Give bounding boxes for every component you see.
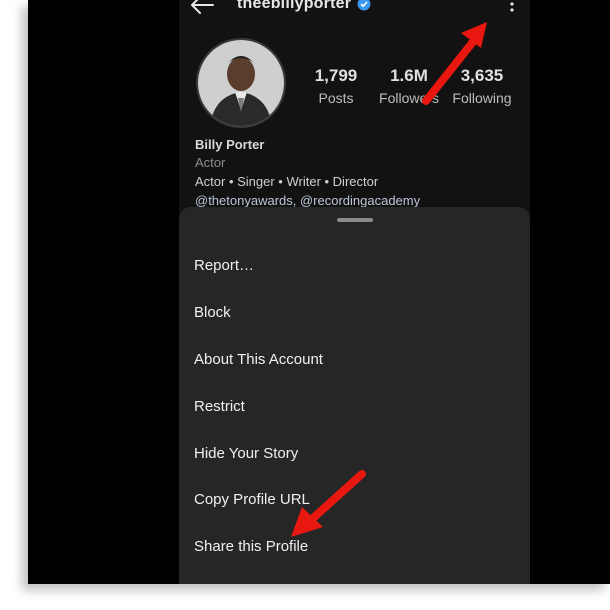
menu-item-report[interactable]: Report… xyxy=(194,251,514,281)
bio-description: Actor • Singer • Writer • Director xyxy=(195,174,379,189)
menu-item-block[interactable]: Block xyxy=(194,298,514,328)
profile-avatar[interactable] xyxy=(196,38,286,128)
profile-username: theebillyporter xyxy=(237,0,352,12)
instagram-profile-screen: theebillyporter 1,799 Posts 1.6M Followe… xyxy=(179,0,530,584)
arrow-left-icon[interactable] xyxy=(189,0,215,16)
profile-header: theebillyporter xyxy=(179,0,530,22)
bio-mentions[interactable]: @thetonyawards, @recordingacademy xyxy=(195,193,420,208)
verified-badge-icon xyxy=(357,0,371,11)
menu-item-share-profile[interactable]: Share this Profile xyxy=(194,532,514,562)
avatar-photo xyxy=(198,40,284,126)
phone-frame: theebillyporter 1,799 Posts 1.6M Followe… xyxy=(28,0,610,584)
options-bottom-sheet: Report… Block About This Account Restric… xyxy=(179,207,530,584)
menu-item-copy-profile-url[interactable]: Copy Profile URL xyxy=(194,485,514,515)
more-vertical-icon[interactable] xyxy=(507,0,517,16)
menu-item-about-account[interactable]: About This Account xyxy=(194,345,514,375)
bio-full-name: Billy Porter xyxy=(195,137,265,152)
following-stat[interactable]: 3,635 Following xyxy=(437,66,527,106)
menu-item-hide-story[interactable]: Hide Your Story xyxy=(194,439,514,469)
sheet-drag-handle[interactable] xyxy=(337,218,373,222)
following-count: 3,635 xyxy=(460,66,504,85)
following-label: Following xyxy=(452,90,512,106)
bio-category: Actor xyxy=(195,155,226,170)
menu-item-restrict[interactable]: Restrict xyxy=(194,392,514,422)
